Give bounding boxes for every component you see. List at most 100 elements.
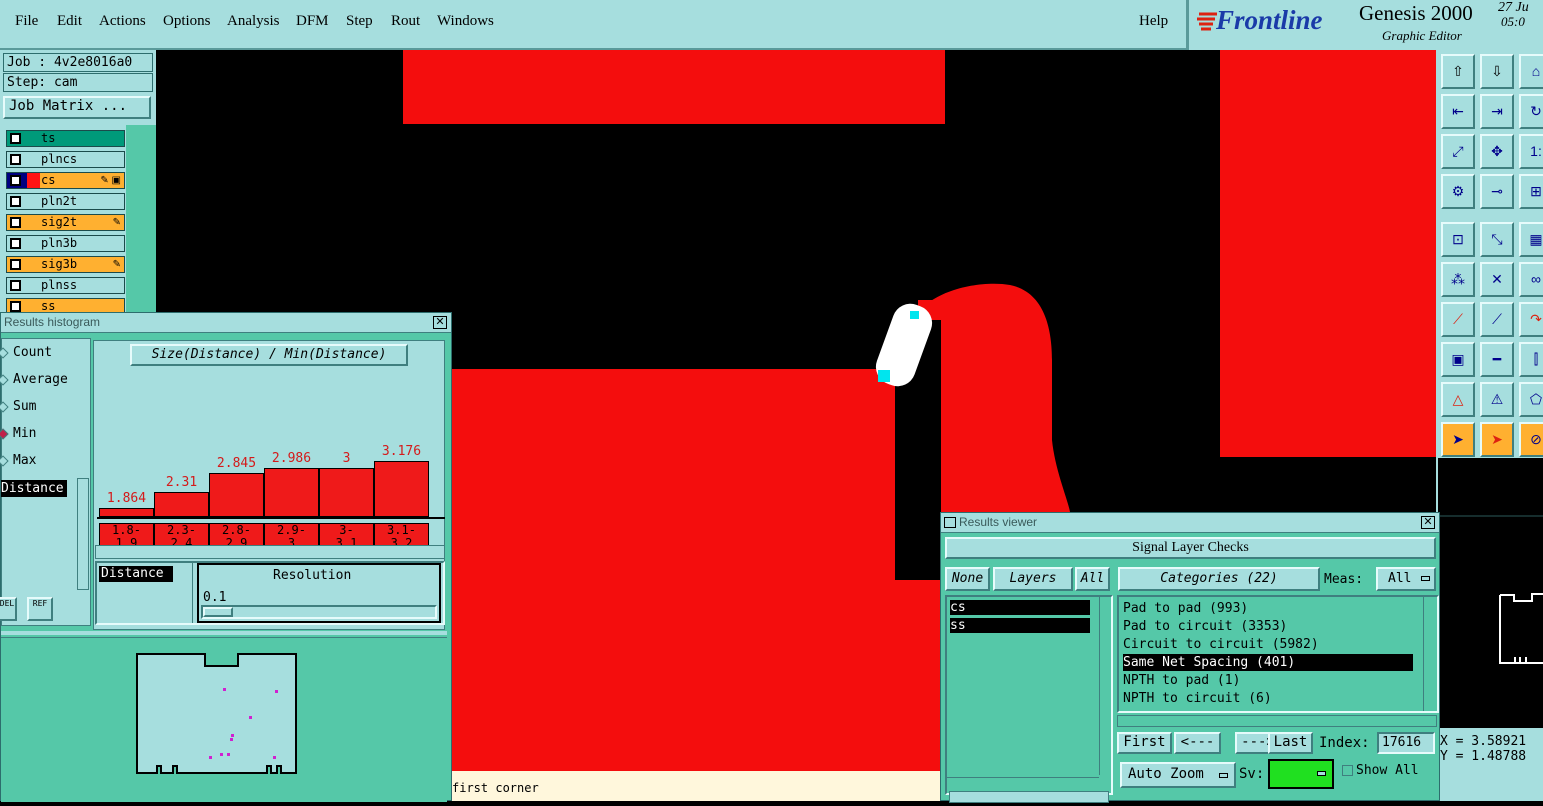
pad-icon[interactable]: ▣ — [1441, 342, 1475, 377]
layer-checkbox-icon[interactable] — [10, 259, 21, 270]
layer-row-plnss[interactable]: plnss — [6, 277, 125, 294]
line-red-icon[interactable]: ⟋ — [1441, 302, 1475, 337]
layer-row-pln3b[interactable]: pln3b — [6, 235, 125, 252]
layer-row-plncs[interactable]: plncs — [6, 151, 125, 168]
spacing-icon[interactable]: ⫿ — [1519, 342, 1543, 377]
radio-average[interactable]: Average — [0, 372, 68, 387]
histogram-bar[interactable] — [264, 468, 319, 517]
last-button[interactable]: Last — [1268, 732, 1313, 754]
layer-checkbox-icon[interactable] — [10, 154, 21, 165]
layer-list-scrollbar[interactable] — [1099, 597, 1111, 775]
layer-list-hscrollbar[interactable] — [947, 777, 1099, 789]
layer-checkbox-icon[interactable] — [10, 196, 21, 207]
index-input[interactable]: 17616 — [1377, 732, 1435, 754]
category-item[interactable]: Pad to pad (993) — [1123, 600, 1413, 617]
layer-checkbox-icon[interactable] — [10, 175, 21, 186]
histogram-bar[interactable] — [99, 508, 154, 517]
category-item[interactable]: NPTH to circuit (6) — [1123, 690, 1413, 707]
histogram-bar[interactable] — [319, 468, 374, 517]
none-button[interactable]: None — [945, 567, 990, 591]
overview-map[interactable] — [1436, 458, 1543, 728]
arc-icon[interactable]: ↷ — [1519, 302, 1543, 337]
layer-checkbox-icon[interactable] — [10, 217, 21, 228]
attr-field[interactable]: Distance — [99, 566, 173, 582]
category-item[interactable]: NPTH to pad (1) — [1123, 672, 1413, 689]
menu-help[interactable]: Help — [1139, 13, 1168, 30]
category-listbox[interactable]: Pad to pad (993) Pad to circuit (3353) Cir… — [1117, 595, 1439, 713]
shape-icon[interactable]: ⬠ — [1519, 382, 1543, 417]
cross-icon[interactable]: ✕ — [1480, 262, 1514, 297]
menu-file[interactable]: File — [15, 13, 38, 30]
redo-icon[interactable]: ↻ — [1519, 94, 1543, 129]
resolution-slider-thumb[interactable] — [203, 607, 233, 617]
snap-icon[interactable]: ⊡ — [1441, 222, 1475, 257]
all-layers-button[interactable]: All — [1075, 567, 1110, 591]
layer-row-sig3b[interactable]: sig3b ✎ — [6, 256, 125, 273]
zoom-icon[interactable]: ✥ — [1480, 134, 1514, 169]
attribute-scrollbar[interactable] — [77, 478, 89, 590]
measure-icon[interactable]: ⚙ — [1441, 174, 1475, 209]
layer-checkbox-icon[interactable] — [10, 238, 21, 249]
menu-step[interactable]: Step — [346, 13, 373, 30]
layer-checkbox-icon[interactable] — [10, 133, 21, 144]
left-icon[interactable]: ⇤ — [1441, 94, 1475, 129]
first-button[interactable]: First — [1117, 732, 1172, 754]
ruler-icon[interactable]: ▦ — [1519, 222, 1543, 257]
histogram-close-icon[interactable]: ✕ — [433, 316, 447, 329]
menu-actions[interactable]: Actions — [99, 13, 146, 30]
menu-edit[interactable]: Edit — [57, 13, 82, 30]
down-icon[interactable]: ⇩ — [1480, 54, 1514, 89]
probe-icon[interactable]: ⊸ — [1480, 174, 1514, 209]
ref-button[interactable]: REF — [27, 597, 53, 621]
board-preview[interactable] — [1, 637, 447, 802]
layer-checkbox-icon[interactable] — [10, 280, 21, 291]
scale-icon[interactable]: 1: — [1519, 134, 1543, 169]
menu-dfm[interactable]: DFM — [296, 13, 329, 30]
sv-color-dropdown[interactable] — [1268, 759, 1334, 789]
layer-item-cs[interactable]: cs — [950, 600, 1090, 615]
home-icon[interactable]: ⌂ — [1519, 54, 1543, 89]
category-item[interactable]: Circuit to circuit (5982) — [1123, 636, 1413, 653]
prev-button[interactable]: <--- — [1174, 732, 1221, 754]
layer-row-sig2t[interactable]: sig2t ✎ — [6, 214, 125, 231]
menu-options[interactable]: Options — [163, 13, 211, 30]
job-matrix-button[interactable]: Job Matrix ... — [3, 96, 151, 119]
show-all-checkbox[interactable]: Show All — [1342, 763, 1419, 778]
category-item[interactable]: Pad to circuit (3353) — [1123, 618, 1413, 635]
layer-item-ss[interactable]: ss — [950, 618, 1090, 633]
up-icon[interactable]: ⇧ — [1441, 54, 1475, 89]
menu-windows[interactable]: Windows — [437, 13, 494, 30]
category-item[interactable]: Same Net Spacing (401) — [1123, 654, 1413, 671]
layer-row-cs[interactable]: cs ✎ ▣ — [6, 172, 125, 189]
layer-scrollbar[interactable] — [126, 125, 156, 312]
meas-dropdown[interactable]: All — [1376, 567, 1436, 591]
category-scrollbar[interactable] — [1423, 597, 1437, 711]
menu-analysis[interactable]: Analysis — [227, 13, 280, 30]
dash-icon[interactable]: ━ — [1480, 342, 1514, 377]
auto-zoom-dropdown[interactable]: Auto Zoom — [1120, 762, 1236, 788]
layers-button[interactable]: Layers — [993, 567, 1073, 591]
layer-row-pln2t[interactable]: pln2t — [6, 193, 125, 210]
radio-count[interactable]: Count — [0, 345, 52, 360]
stop-icon[interactable]: ⊘ — [1519, 422, 1543, 457]
menu-rout[interactable]: Rout — [391, 13, 420, 30]
triangle-icon[interactable]: △ — [1441, 382, 1475, 417]
resolution-slider[interactable] — [201, 605, 437, 619]
signal-layer-checks-header[interactable]: Signal Layer Checks — [945, 537, 1436, 559]
radio-min[interactable]: Min — [0, 426, 36, 441]
slope-icon[interactable]: ⤡ — [1480, 222, 1514, 257]
arrow-tri-icon[interactable]: ⚠ — [1480, 382, 1514, 417]
histogram-bar[interactable] — [154, 492, 209, 517]
histogram-hscrollbar[interactable] — [95, 545, 445, 559]
category-hscrollbar[interactable] — [1117, 715, 1437, 727]
results-close-icon[interactable]: ✕ — [1421, 516, 1435, 529]
radio-max[interactable]: Max — [0, 453, 36, 468]
net-icon[interactable]: ⁂ — [1441, 262, 1475, 297]
layer-row-ts[interactable]: ts — [6, 130, 125, 147]
attr-scrollbar[interactable] — [181, 563, 193, 623]
attribute-selected[interactable]: Distance — [1, 480, 67, 497]
right-icon[interactable]: ⇥ — [1480, 94, 1514, 129]
link-icon[interactable]: ∞ — [1519, 262, 1543, 297]
layer-checkbox-icon[interactable] — [10, 301, 21, 312]
categories-button[interactable]: Categories (22) — [1118, 567, 1320, 591]
